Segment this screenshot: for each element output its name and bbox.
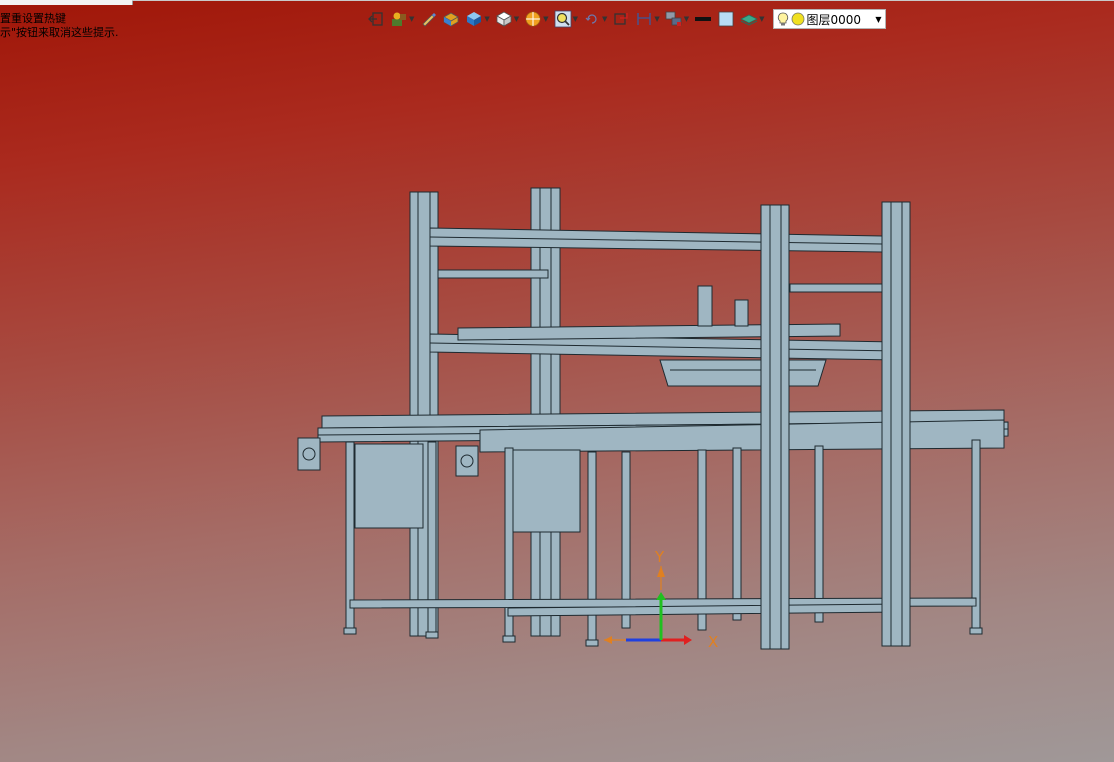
machine-frame-model	[297, 187, 1009, 650]
axis-y-label: Y	[654, 548, 665, 566]
axis-y-arrow	[656, 592, 666, 600]
axis-x-label: X	[708, 633, 718, 651]
axis-x-arrow	[684, 635, 692, 645]
model-viewport[interactable]: Y X	[0, 0, 1114, 762]
